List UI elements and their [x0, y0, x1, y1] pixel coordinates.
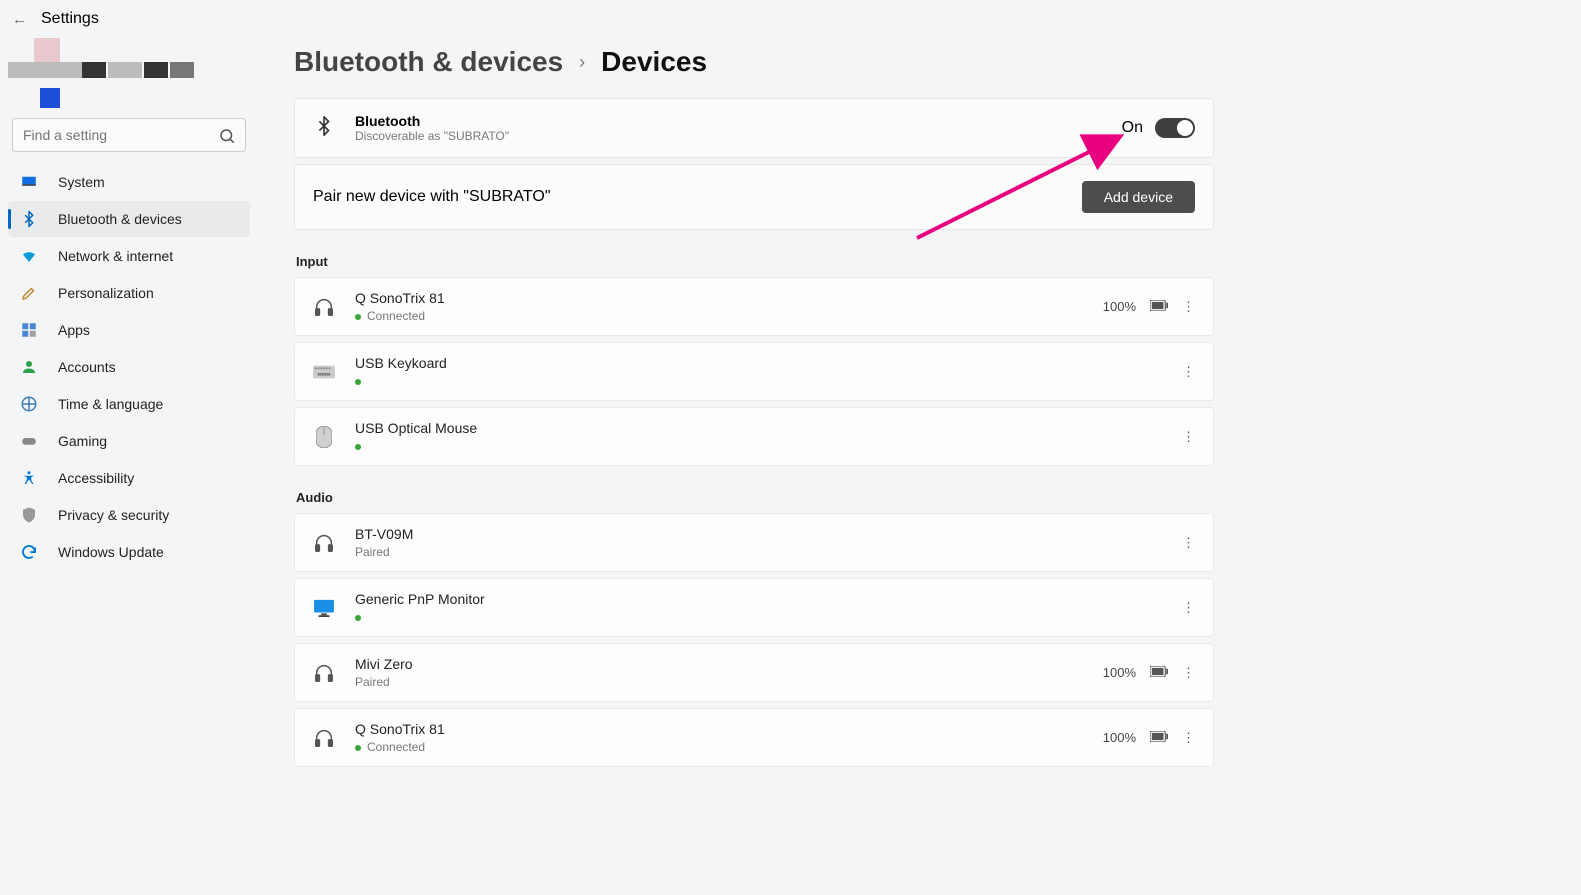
account-avatar[interactable] — [8, 40, 250, 110]
more-options-icon[interactable]: ⋮ — [1182, 730, 1195, 746]
sidebar-item-accounts[interactable]: Accounts — [8, 349, 250, 385]
sidebar-item-label: Windows Update — [58, 544, 164, 560]
device-row[interactable]: Q SonoTrix 81 Connected 100% ⋮ — [294, 708, 1214, 767]
device-row[interactable]: BT-V09M Paired ⋮ — [294, 513, 1214, 572]
device-status: Paired — [355, 675, 413, 689]
group-title: Input — [296, 254, 1561, 269]
mouse-icon — [313, 426, 335, 448]
headphones-icon — [313, 727, 335, 749]
more-options-icon[interactable]: ⋮ — [1182, 299, 1195, 315]
device-row[interactable]: Generic PnP Monitor ⋮ — [294, 578, 1214, 637]
breadcrumb-parent[interactable]: Bluetooth & devices — [294, 46, 563, 78]
device-name: BT-V09M — [355, 526, 413, 542]
search-icon — [218, 127, 236, 148]
back-button[interactable]: ← — [12, 11, 27, 28]
bluetooth-state: On — [1122, 119, 1143, 137]
apps-icon — [20, 321, 38, 339]
windows-update-icon — [20, 543, 38, 561]
sidebar-item-apps[interactable]: Apps — [8, 312, 250, 348]
sidebar-item-label: Time & language — [58, 396, 163, 412]
more-options-icon[interactable]: ⋮ — [1182, 429, 1195, 445]
sidebar-item-privacy[interactable]: Privacy & security — [8, 497, 250, 533]
sidebar-item-label: Network & internet — [58, 248, 173, 264]
sidebar-item-label: Gaming — [58, 433, 107, 449]
battery-level: 100% — [1103, 730, 1136, 745]
more-options-icon[interactable]: ⋮ — [1182, 665, 1195, 681]
bluetooth-label: Bluetooth — [355, 113, 509, 129]
device-row[interactable]: Mivi Zero Paired 100% ⋮ — [294, 643, 1214, 702]
battery-level: 100% — [1103, 665, 1136, 680]
bluetooth-icon — [313, 115, 335, 142]
wifi-icon — [20, 247, 38, 265]
monitor-icon — [313, 599, 335, 617]
headphones-icon — [313, 296, 335, 318]
keyboard-icon — [313, 365, 335, 379]
accessibility-icon — [20, 469, 38, 487]
sidebar-nav: System Bluetooth & devices Network & int… — [8, 164, 250, 570]
device-row[interactable]: USB Keykoard ⋮ — [294, 342, 1214, 401]
gaming-icon — [20, 432, 38, 450]
chevron-right-icon: › — [579, 52, 585, 73]
sidebar-item-gaming[interactable]: Gaming — [8, 423, 250, 459]
device-name: Q SonoTrix 81 — [355, 290, 445, 306]
bluetooth-toggle[interactable] — [1155, 118, 1195, 138]
bluetooth-card: Bluetooth Discoverable as "SUBRATO" On — [294, 98, 1214, 158]
group-title: Audio — [296, 490, 1561, 505]
battery-icon — [1150, 299, 1168, 314]
device-name: Generic PnP Monitor — [355, 591, 485, 607]
time-language-icon — [20, 395, 38, 413]
more-options-icon[interactable]: ⋮ — [1182, 600, 1195, 616]
add-device-button[interactable]: Add device — [1082, 181, 1195, 213]
battery-level: 100% — [1103, 299, 1136, 314]
device-name: Q SonoTrix 81 — [355, 721, 445, 737]
device-name: Mivi Zero — [355, 656, 413, 672]
bluetooth-discoverable: Discoverable as "SUBRATO" — [355, 129, 509, 143]
device-status: Paired — [355, 545, 413, 559]
page-title: Devices — [601, 46, 707, 78]
headphones-icon — [313, 532, 335, 554]
pair-device-text: Pair new device with "SUBRATO" — [313, 188, 551, 206]
headphones-icon — [313, 662, 335, 684]
sidebar-item-personalization[interactable]: Personalization — [8, 275, 250, 311]
device-name: USB Optical Mouse — [355, 420, 477, 436]
personalization-icon — [20, 284, 38, 302]
pair-device-card: Pair new device with "SUBRATO" Add devic… — [294, 164, 1214, 230]
device-row[interactable]: Q SonoTrix 81 Connected 100% ⋮ — [294, 277, 1214, 336]
device-status — [355, 374, 447, 388]
sidebar-item-time-language[interactable]: Time & language — [8, 386, 250, 422]
more-options-icon[interactable]: ⋮ — [1182, 364, 1195, 380]
sidebar-item-accessibility[interactable]: Accessibility — [8, 460, 250, 496]
device-status: Connected — [355, 740, 445, 754]
device-row[interactable]: USB Optical Mouse ⋮ — [294, 407, 1214, 466]
sidebar-item-label: System — [58, 174, 105, 190]
device-status: Connected — [355, 309, 445, 323]
sidebar-item-label: Privacy & security — [58, 507, 169, 523]
sidebar-item-windows-update[interactable]: Windows Update — [8, 534, 250, 570]
device-name: USB Keykoard — [355, 355, 447, 371]
sidebar-item-label: Apps — [58, 322, 90, 338]
search-input[interactable] — [12, 118, 246, 152]
bluetooth-icon — [20, 210, 38, 228]
system-icon — [20, 173, 38, 191]
battery-icon — [1150, 665, 1168, 680]
more-options-icon[interactable]: ⋮ — [1182, 535, 1195, 551]
sidebar-item-system[interactable]: System — [8, 164, 250, 200]
breadcrumb: Bluetooth & devices › Devices — [294, 46, 1561, 78]
sidebar-item-network[interactable]: Network & internet — [8, 238, 250, 274]
privacy-icon — [20, 506, 38, 524]
accounts-icon — [20, 358, 38, 376]
app-title: Settings — [41, 10, 99, 28]
device-status — [355, 439, 477, 453]
sidebar-item-label: Personalization — [58, 285, 154, 301]
device-status — [355, 610, 485, 624]
battery-icon — [1150, 730, 1168, 745]
sidebar-item-label: Accessibility — [58, 470, 134, 486]
sidebar-item-label: Bluetooth & devices — [58, 211, 182, 227]
sidebar-item-label: Accounts — [58, 359, 116, 375]
sidebar-item-bluetooth-devices[interactable]: Bluetooth & devices — [8, 201, 250, 237]
